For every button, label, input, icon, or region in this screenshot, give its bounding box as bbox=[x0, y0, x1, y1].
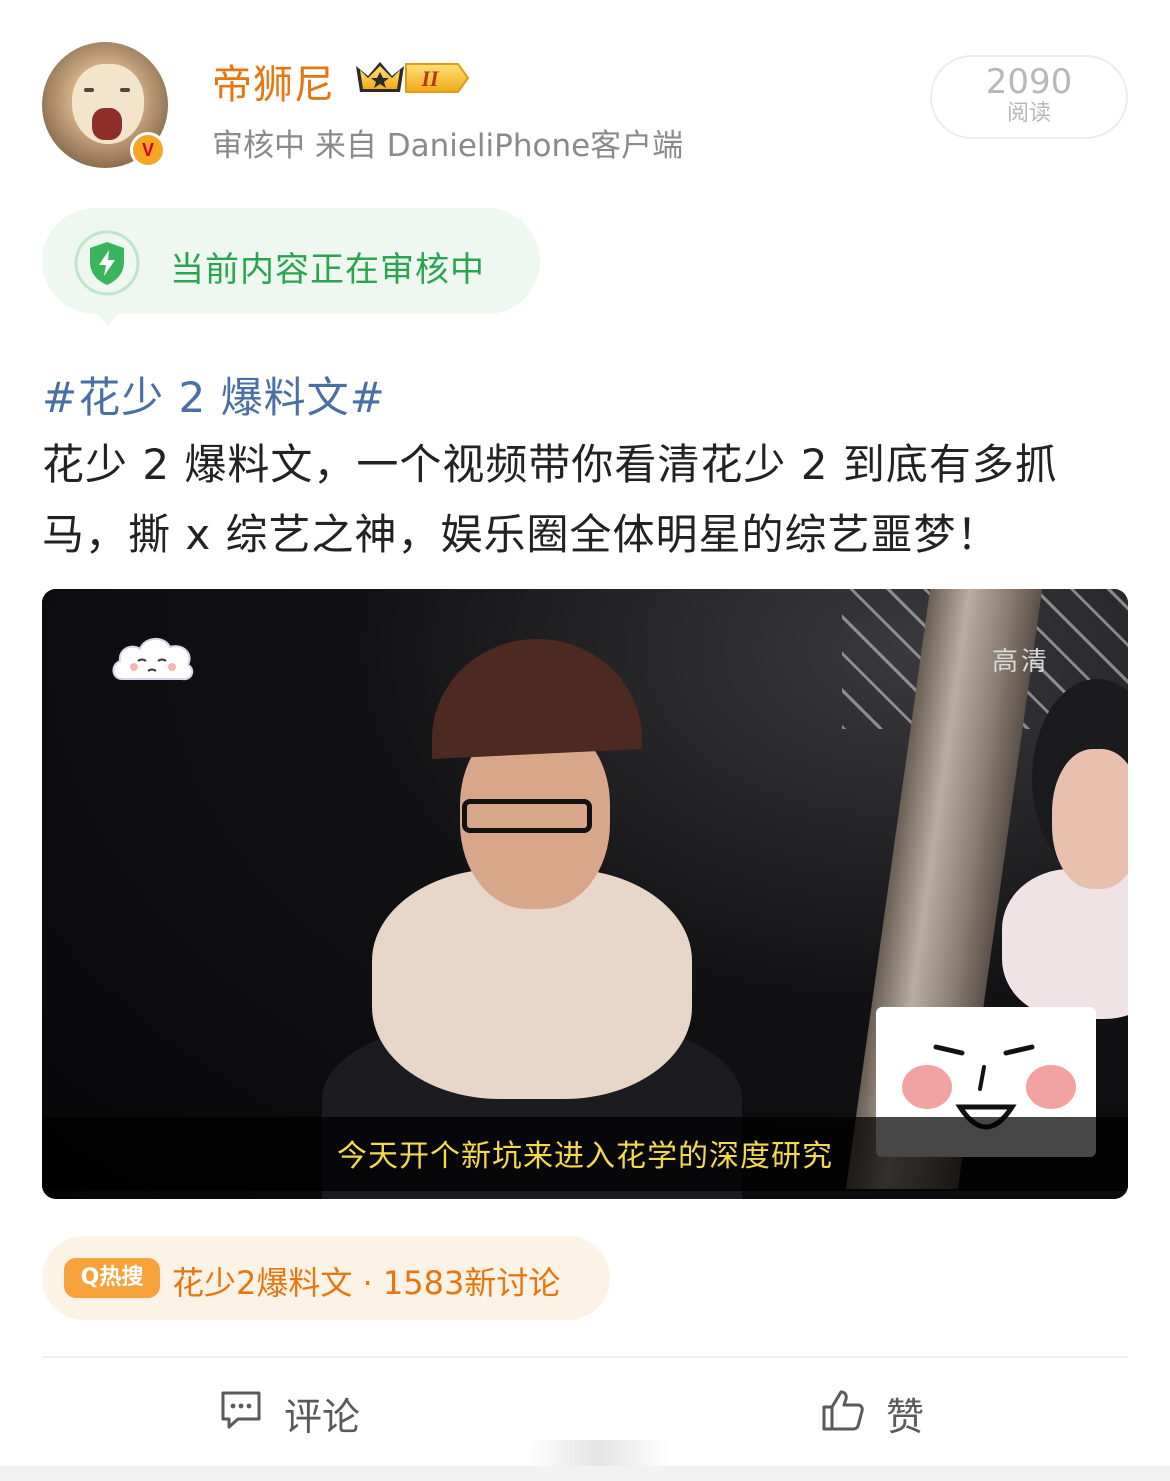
shield-bolt-icon bbox=[74, 230, 140, 296]
cloud-sticker-icon bbox=[112, 638, 194, 681]
comment-icon bbox=[221, 1391, 261, 1429]
like-label: 赞 bbox=[886, 1395, 925, 1439]
hot-search-link[interactable]: Q热搜 花少2爆料文 · 1583新讨论 bbox=[42, 1236, 610, 1320]
hot-search-text: 花少2爆料文 · 1583新讨论 bbox=[172, 1264, 561, 1302]
read-count-label: 阅读 bbox=[1006, 101, 1051, 126]
read-count: 2090 阅读 bbox=[930, 55, 1128, 139]
video-player[interactable]: 高清 今天开个新坑来进入花学的深度研究 bbox=[42, 589, 1128, 1199]
review-notice: 当前内容正在审核中 bbox=[42, 208, 540, 314]
username[interactable]: 帝狮尼 bbox=[212, 52, 335, 110]
video-person bbox=[312, 639, 742, 1199]
thumbs-up-icon bbox=[822, 1390, 864, 1431]
post-meta: 审核中 来自 DanieliPhone客户端 bbox=[212, 128, 684, 164]
post-text: 花少 2 爆料文，一个视频带你看清花少 2 到底有多抓马，撕 x 综艺之神，娱乐… bbox=[42, 440, 1058, 559]
hashtag-link[interactable]: #花少 2 爆料文# bbox=[42, 364, 386, 425]
video-subtitle: 今天开个新坑来进入花学的深度研究 bbox=[337, 1139, 833, 1174]
hot-search-tag: Q热搜 bbox=[64, 1258, 160, 1298]
rank-badge-text: II bbox=[420, 66, 440, 91]
video-quality-label: 高清 bbox=[992, 647, 1051, 677]
review-notice-text: 当前内容正在审核中 bbox=[170, 250, 485, 290]
avatar[interactable]: V bbox=[42, 42, 168, 168]
crown-rank-badge-icon[interactable]: II bbox=[354, 58, 472, 98]
comment-label: 评论 bbox=[284, 1395, 361, 1439]
read-count-number: 2090 bbox=[985, 62, 1073, 102]
bottom-strip bbox=[0, 1466, 1170, 1481]
review-notice-pointer bbox=[96, 312, 120, 326]
home-indicator bbox=[526, 1440, 670, 1468]
verified-badge-icon: V bbox=[130, 132, 166, 168]
divider bbox=[42, 1356, 1128, 1358]
